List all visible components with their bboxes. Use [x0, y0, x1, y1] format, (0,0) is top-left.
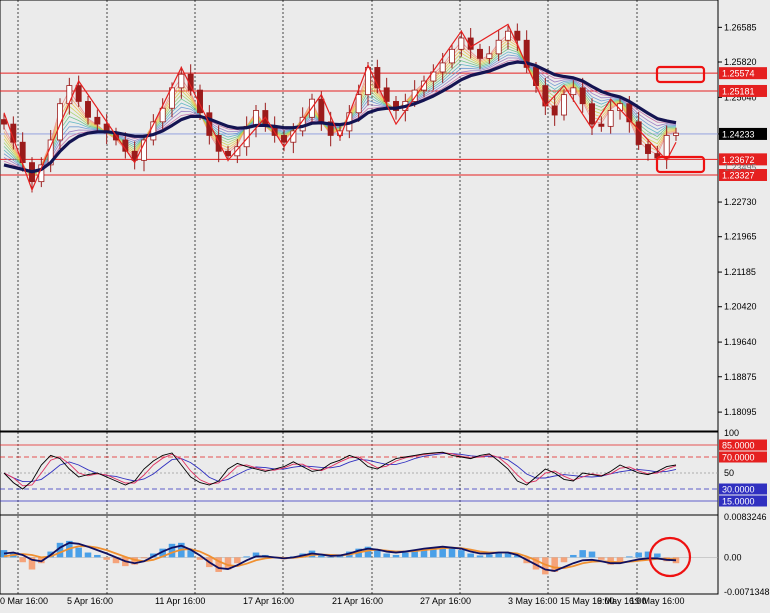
candle [514, 30, 521, 41]
candle [607, 110, 614, 127]
rsi-tick-label: 100 [724, 428, 739, 438]
macd-histogram-bar [495, 553, 502, 558]
macd-histogram-bar [392, 554, 400, 558]
macd-histogram-bar [327, 557, 334, 558]
macd-histogram-bar [560, 557, 568, 563]
candle [477, 48, 483, 59]
time-axis-label: 15 May 16:00 [560, 596, 615, 606]
macd-histogram-bar [84, 552, 92, 558]
candle [486, 53, 493, 59]
candle [551, 105, 558, 116]
macd-histogram-bar [486, 554, 493, 558]
time-axis-label: 11 Apr 16:00 [155, 596, 205, 606]
price-tick-label: 1.26585 [724, 22, 757, 32]
macd-histogram-bar [467, 553, 474, 558]
candle [281, 135, 287, 143]
candle [579, 87, 586, 105]
macd-histogram-bar [476, 555, 484, 558]
candle [225, 150, 231, 157]
time-axis-label: 27 Apr 16:00 [420, 596, 471, 606]
candle [85, 101, 91, 118]
candle [94, 116, 101, 125]
macd-histogram-bar [654, 553, 661, 558]
candle [355, 94, 362, 114]
macd-histogram-bar [19, 557, 26, 563]
macd-tick-label: -0.0071348 [724, 587, 770, 597]
price-tick-label: 1.18095 [724, 407, 757, 417]
candle [570, 87, 577, 96]
macd-histogram-bar [168, 543, 176, 558]
time-axis-label: 19 May 16:00 [630, 596, 685, 606]
macd-histogram-bar [635, 552, 642, 558]
macd-histogram-bar [243, 556, 250, 558]
macd-tick-label: 0.0083246 [724, 512, 767, 522]
macd-histogram-bar [588, 551, 596, 558]
macd-histogram-bar [383, 553, 390, 558]
time-axis-label: 17 Apr 16:00 [243, 596, 294, 606]
candle [178, 73, 185, 89]
rsi-level-label: 70.0000 [722, 453, 755, 463]
candle [1, 119, 7, 125]
candle [663, 135, 670, 159]
macd-histogram-bar [94, 554, 101, 558]
price-tick-label: 1.21965 [724, 232, 757, 242]
price-tick-label: 1.19640 [724, 337, 757, 347]
candle [635, 121, 642, 145]
macd-histogram-bar [626, 556, 633, 558]
rsi-level-label: 30.0000 [722, 485, 755, 495]
candle [449, 48, 455, 64]
price-label: 1.25181 [722, 86, 755, 96]
price-label: 1.24233 [722, 129, 755, 139]
candle [505, 30, 511, 41]
candle [598, 123, 605, 127]
macd-histogram-bar [140, 557, 148, 559]
candle [75, 85, 82, 102]
chart-canvas[interactable]: 1.265851.258201.250401.242331.227301.219… [0, 0, 770, 610]
candle [495, 39, 502, 55]
rsi-level-label: 85.0000 [722, 441, 755, 451]
macd-histogram-bar [75, 547, 82, 558]
candle [561, 94, 567, 116]
candle [439, 62, 446, 73]
time-axis-label: 21 Apr 16:00 [332, 596, 383, 606]
time-axis-label: 5 Apr 16:00 [67, 596, 113, 606]
macd-histogram-bar [103, 557, 110, 560]
price-tick-label: 1.18875 [724, 372, 757, 382]
trading-chart[interactable]: 1.265851.258201.250401.242331.227301.219… [0, 0, 770, 610]
rsi-tick-label: 50 [724, 468, 734, 478]
candle [318, 98, 325, 123]
candle [645, 144, 651, 154]
macd-histogram-bar [579, 550, 586, 558]
macd-histogram-bar [234, 557, 241, 564]
candle [66, 85, 73, 105]
candle [589, 103, 595, 125]
price-tick-label: 1.23495 [724, 162, 757, 172]
macd-histogram-bar [402, 552, 409, 558]
time-axis-label: 3 May 16:00 [508, 596, 558, 606]
rsi-level-label: 15.0000 [722, 497, 755, 507]
candle [458, 37, 465, 50]
price-tick-label: 1.20420 [724, 302, 757, 312]
candle [673, 132, 679, 136]
price-tick-label: 1.21185 [724, 267, 756, 277]
time-axis-label: 0 Mar 16:00 [0, 596, 48, 606]
price-tick-label: 1.25820 [724, 57, 757, 67]
candle [365, 67, 371, 96]
macd-histogram-bar [458, 550, 465, 558]
macd-histogram-bar [570, 554, 577, 558]
macd-histogram-bar [598, 557, 605, 560]
price-label: 1.25574 [722, 69, 755, 79]
macd-histogram-bar [448, 547, 456, 558]
macd-tick-label: 0.00 [724, 552, 742, 562]
price-tick-label: 1.22730 [724, 197, 757, 207]
